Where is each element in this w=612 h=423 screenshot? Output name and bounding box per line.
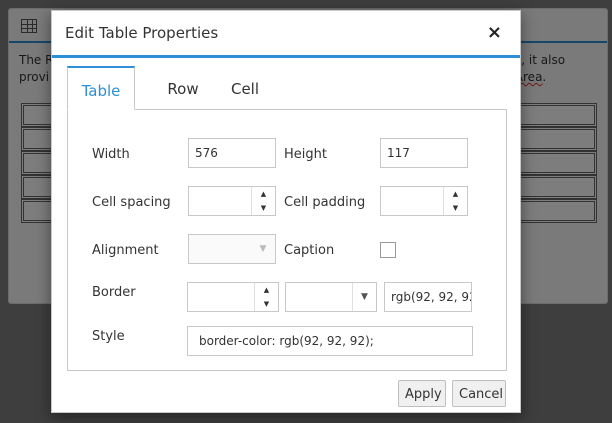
cell-padding-input[interactable] [381,187,443,215]
spin-down-icon[interactable]: ▼ [252,201,275,215]
spin-down-icon[interactable]: ▼ [444,201,467,215]
tab-cell[interactable]: Cell [221,66,269,110]
border-width-stepper[interactable]: ▲ ▼ [187,282,279,312]
caption-checkbox[interactable] [380,242,396,258]
apply-button[interactable]: Apply [398,380,446,407]
tab-bar: Table Row Cell [67,66,507,110]
height-label: Height [284,147,327,162]
cell-spacing-input[interactable] [189,187,251,215]
alignment-select: ▼ [188,234,276,264]
width-label: Width [92,147,130,162]
table-tab-panel: Width 576 Height 117 Cell spacing ▲ ▼ Ce… [67,109,507,371]
caption-label: Caption [284,243,335,258]
close-icon[interactable]: × [487,23,502,43]
chevron-down-icon[interactable]: ▼ [352,283,376,311]
border-label: Border [92,285,136,300]
cancel-button[interactable]: Cancel [452,380,506,407]
dialog-title: Edit Table Properties [65,24,219,42]
cell-spacing-label: Cell spacing [92,195,171,210]
tab-row[interactable]: Row [153,66,213,110]
cell-padding-stepper[interactable]: ▲ ▼ [380,186,468,216]
chevron-down-icon: ▼ [259,244,267,254]
spin-up-icon[interactable]: ▲ [252,187,275,201]
alignment-label: Alignment [92,243,159,258]
spin-up-icon[interactable]: ▲ [444,187,467,201]
height-input[interactable]: 117 [380,138,468,168]
style-label: Style [92,329,125,344]
cell-spacing-spin-buttons: ▲ ▼ [251,187,275,215]
edit-table-properties-dialog: Edit Table Properties × Table Row Cell W… [51,10,521,413]
cell-padding-spin-buttons: ▲ ▼ [443,187,467,215]
dialog-header: Edit Table Properties × [52,11,520,58]
border-width-input[interactable] [188,283,254,311]
width-input[interactable]: 576 [188,138,276,168]
cell-padding-label: Cell padding [284,195,366,210]
spin-up-icon[interactable]: ▲ [255,283,278,297]
border-color-input[interactable]: rgb(92, 92, 92) [384,282,472,312]
cell-spacing-stepper[interactable]: ▲ ▼ [188,186,276,216]
border-style-select[interactable]: ▼ [285,282,377,312]
style-input[interactable]: border-color: rgb(92, 92, 92); [187,326,473,356]
border-width-spin-buttons: ▲ ▼ [254,283,278,311]
spin-down-icon[interactable]: ▼ [255,297,278,311]
tab-table[interactable]: Table [67,66,135,110]
